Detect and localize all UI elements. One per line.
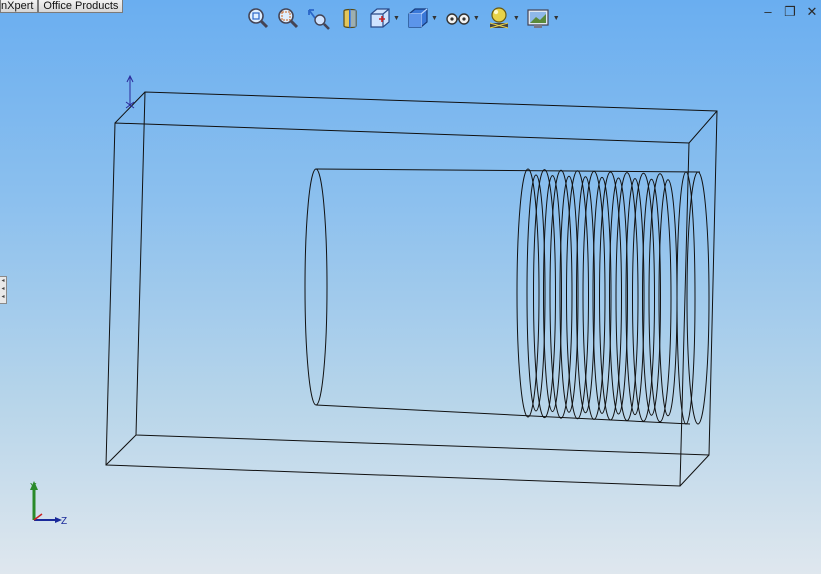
- thread-coils: [516, 168, 678, 423]
- block-back-edges: [135, 91, 718, 456]
- triad-z-label: Z: [61, 516, 67, 527]
- graphics-area[interactable]: Y Z: [0, 0, 821, 574]
- bore-cylinder: [304, 168, 710, 425]
- origin-marker: [125, 74, 135, 109]
- triad-y-label: Y: [30, 482, 37, 493]
- part-wireframe: [105, 91, 718, 487]
- reference-triad: Y Z: [30, 481, 67, 527]
- thread-coil: [516, 168, 540, 418]
